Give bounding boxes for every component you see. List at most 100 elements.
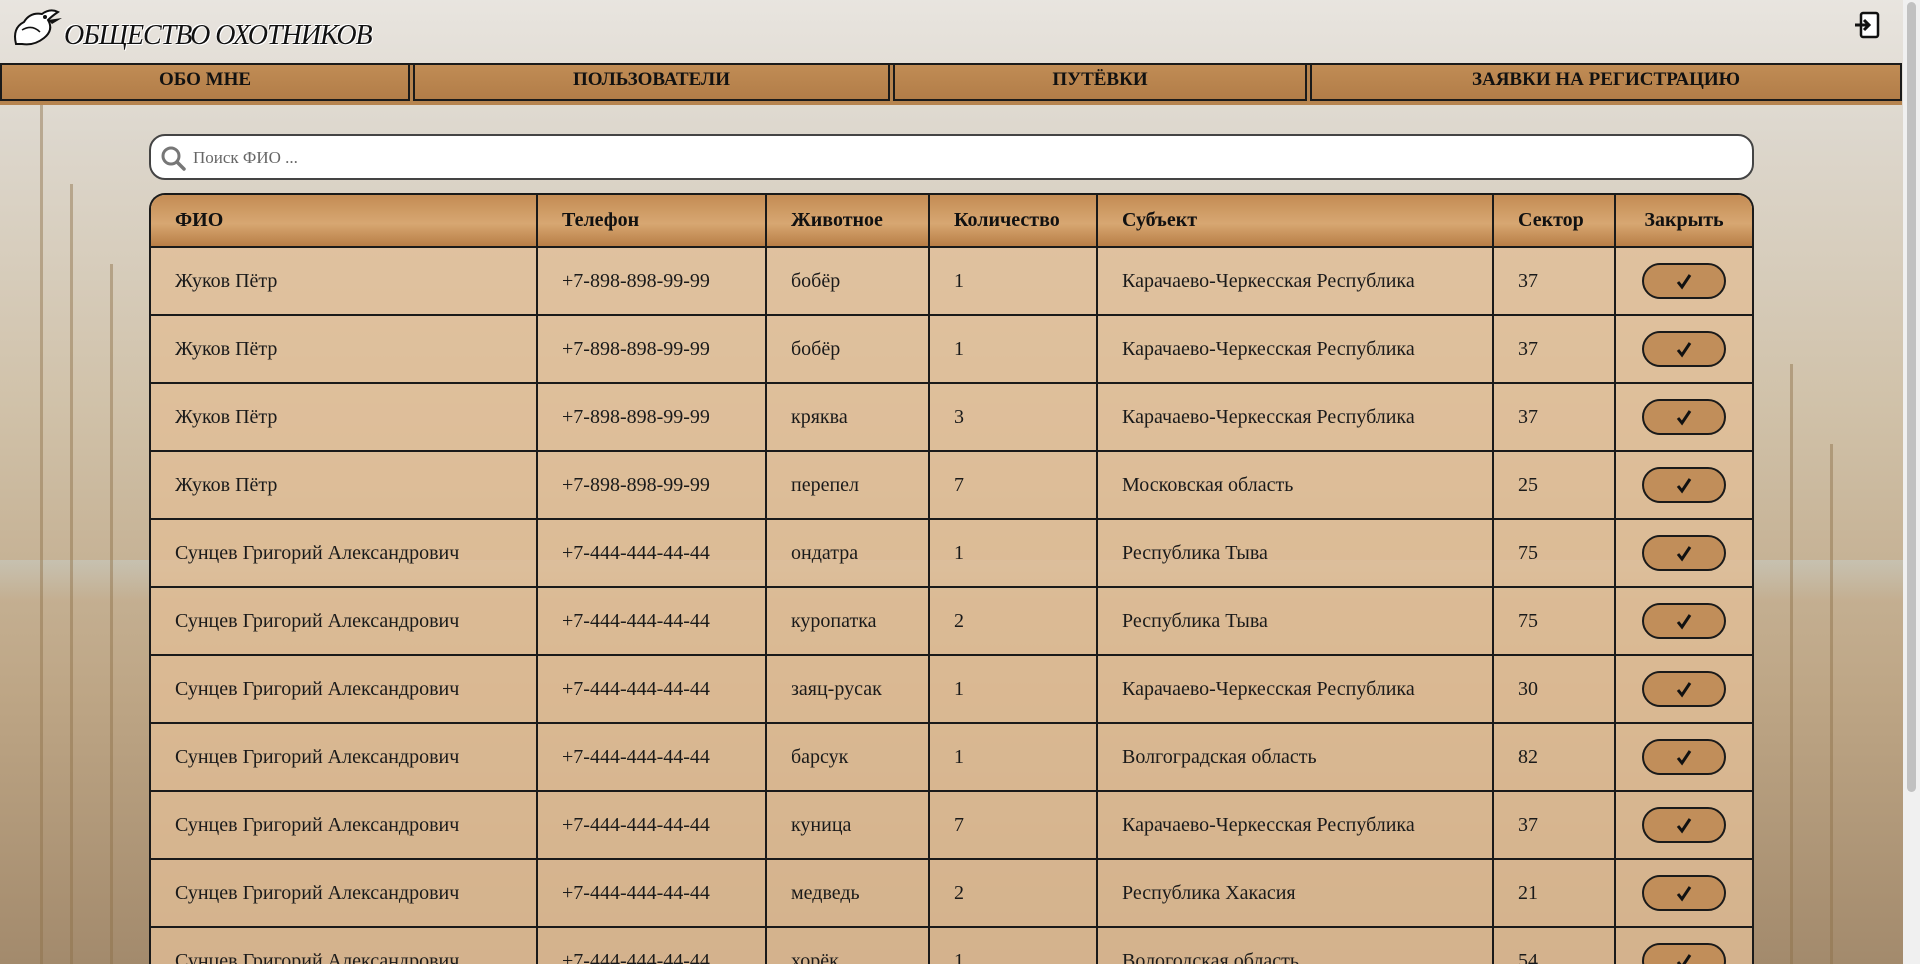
close-request-button[interactable] xyxy=(1642,603,1726,639)
cell-quantity: 1 xyxy=(929,655,1098,724)
cell-name: Сунцев Григорий Александрович xyxy=(151,723,538,792)
column-header-subject[interactable]: Субъект xyxy=(1097,195,1494,248)
checkmark-icon xyxy=(1676,546,1692,562)
cell-animal: куропатка xyxy=(766,587,930,656)
close-request-button[interactable] xyxy=(1642,467,1726,503)
cell-sector: 37 xyxy=(1493,315,1616,384)
cell-sector: 54 xyxy=(1493,927,1616,964)
checkmark-icon xyxy=(1676,886,1692,902)
cell-name: Жуков Пётр xyxy=(151,315,538,384)
cell-close xyxy=(1615,247,1752,316)
cell-phone: +7-898-898-99-99 xyxy=(537,315,767,384)
cell-animal: хорёк xyxy=(766,927,930,964)
cell-quantity: 1 xyxy=(929,247,1098,316)
cell-quantity: 2 xyxy=(929,587,1098,656)
cell-subject: Республика Тыва xyxy=(1097,587,1494,656)
site-title[interactable]: ОБЩЕСТВО ОХОТНИКОВ xyxy=(64,20,373,52)
cell-close xyxy=(1615,451,1752,520)
cell-phone: +7-898-898-99-99 xyxy=(537,451,767,520)
cell-subject: Московская область xyxy=(1097,451,1494,520)
header: ОБЩЕСТВО ОХОТНИКОВ xyxy=(0,0,1920,62)
column-header-phone[interactable]: Телефон xyxy=(537,195,767,248)
table-row: Сунцев Григорий Александрович +7-444-444-… xyxy=(151,723,1752,792)
cell-close xyxy=(1615,587,1752,656)
cell-phone: +7-898-898-99-99 xyxy=(537,247,767,316)
close-request-button[interactable] xyxy=(1642,399,1726,435)
nav-item-about[interactable]: ОБО МНЕ xyxy=(0,65,410,101)
cell-sector: 37 xyxy=(1493,247,1616,316)
checkmark-icon xyxy=(1676,818,1692,834)
nav-item-vouchers[interactable]: ПУТЁВКИ xyxy=(893,65,1307,101)
cell-subject: Республика Хакасия xyxy=(1097,859,1494,928)
cell-sector: 30 xyxy=(1493,655,1616,724)
checkmark-icon xyxy=(1676,614,1692,630)
column-header-sector[interactable]: Сектор xyxy=(1493,195,1616,248)
page-scrollbar[interactable] xyxy=(1903,0,1920,964)
cell-sector: 25 xyxy=(1493,451,1616,520)
table-header-row: ФИО Телефон Животное Количество Субъект … xyxy=(151,195,1752,248)
requests-table: ФИО Телефон Животное Количество Субъект … xyxy=(149,193,1754,964)
cell-quantity: 2 xyxy=(929,859,1098,928)
cell-quantity: 3 xyxy=(929,383,1098,452)
cell-animal: перепел xyxy=(766,451,930,520)
cell-close xyxy=(1615,383,1752,452)
table-row: Жуков Пётр +7-898-898-99-99 бобёр 1 Карачаев… xyxy=(151,315,1752,384)
close-request-button[interactable] xyxy=(1642,331,1726,367)
cell-animal: куница xyxy=(766,791,930,860)
search-icon xyxy=(161,146,186,171)
column-header-name[interactable]: ФИО xyxy=(151,195,538,248)
close-request-button[interactable] xyxy=(1642,671,1726,707)
cell-name: Сунцев Григорий Александрович xyxy=(151,587,538,656)
close-request-button[interactable] xyxy=(1642,739,1726,775)
duck-logo-icon[interactable] xyxy=(8,4,64,54)
cell-name: Сунцев Григорий Александрович xyxy=(151,519,538,588)
cell-subject: Карачаево-Черкесская Республика xyxy=(1097,247,1494,316)
close-request-button[interactable] xyxy=(1642,875,1726,911)
logout-icon[interactable] xyxy=(1852,10,1882,40)
cell-quantity: 1 xyxy=(929,315,1098,384)
checkmark-icon xyxy=(1676,410,1692,426)
table-row: Жуков Пётр +7-898-898-99-99 кряква 3 Карачае… xyxy=(151,383,1752,452)
cell-subject: Карачаево-Черкесская Республика xyxy=(1097,315,1494,384)
cell-phone: +7-444-444-44-44 xyxy=(537,723,767,792)
nav-item-users[interactable]: ПОЛЬЗОВАТЕЛИ xyxy=(413,65,890,101)
cell-name: Сунцев Григорий Александрович xyxy=(151,927,538,964)
table-row: Сунцев Григорий Александрович +7-444-444-… xyxy=(151,791,1752,860)
cell-animal: барсук xyxy=(766,723,930,792)
cell-close xyxy=(1615,655,1752,724)
checkmark-icon xyxy=(1676,478,1692,494)
cell-subject: Волгоградская область xyxy=(1097,723,1494,792)
checkmark-icon xyxy=(1676,954,1692,964)
cell-subject: Карачаево-Черкесская Республика xyxy=(1097,655,1494,724)
table-row: Сунцев Григорий Александрович +7-444-444-… xyxy=(151,519,1752,588)
cell-subject: Карачаево-Черкесская Республика xyxy=(1097,791,1494,860)
checkmark-icon xyxy=(1676,750,1692,766)
table-row: Жуков Пётр +7-898-898-99-99 бобёр 1 Карачаев… xyxy=(151,247,1752,316)
close-request-button[interactable] xyxy=(1642,263,1726,299)
scrollbar-thumb[interactable] xyxy=(1907,2,1916,792)
cell-subject: Вологодская область xyxy=(1097,927,1494,964)
close-request-button[interactable] xyxy=(1642,943,1726,964)
cell-sector: 21 xyxy=(1493,859,1616,928)
checkmark-icon xyxy=(1676,274,1692,290)
column-header-quantity[interactable]: Количество xyxy=(929,195,1098,248)
nav-item-registration-requests[interactable]: ЗАЯВКИ НА РЕГИСТРАЦИЮ xyxy=(1310,65,1902,101)
cell-sector: 37 xyxy=(1493,383,1616,452)
cell-sector: 37 xyxy=(1493,791,1616,860)
column-header-animal[interactable]: Животное xyxy=(766,195,930,248)
close-request-button[interactable] xyxy=(1642,535,1726,571)
cell-quantity: 7 xyxy=(929,451,1098,520)
cell-phone: +7-898-898-99-99 xyxy=(537,383,767,452)
cell-name: Сунцев Григорий Александрович xyxy=(151,655,538,724)
cell-animal: ондатра xyxy=(766,519,930,588)
cell-sector: 75 xyxy=(1493,587,1616,656)
cell-animal: заяц-русак xyxy=(766,655,930,724)
cell-phone: +7-444-444-44-44 xyxy=(537,655,767,724)
cell-subject: Карачаево-Черкесская Республика xyxy=(1097,383,1494,452)
cell-phone: +7-444-444-44-44 xyxy=(537,519,767,588)
cell-animal: медведь xyxy=(766,859,930,928)
search-input[interactable] xyxy=(191,142,1735,174)
cell-sector: 75 xyxy=(1493,519,1616,588)
cell-phone: +7-444-444-44-44 xyxy=(537,927,767,964)
close-request-button[interactable] xyxy=(1642,807,1726,843)
